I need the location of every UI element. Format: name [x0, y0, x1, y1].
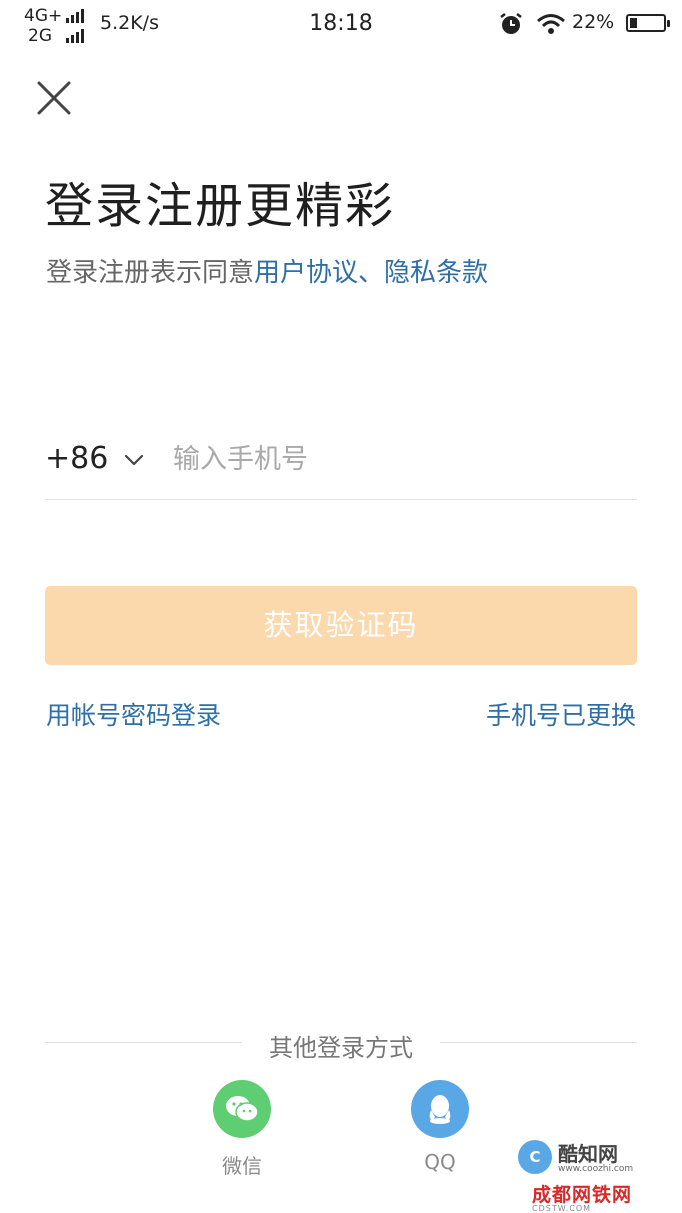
coozhi-logo-icon: C [518, 1140, 552, 1174]
other-login-label: 其他登录方式 [269, 1034, 413, 1062]
watermark-name: 酷知网 [558, 1142, 618, 1166]
country-code-selector[interactable]: +86 [45, 441, 144, 476]
divider [440, 1042, 637, 1043]
qq-login-button[interactable]: QQ [390, 1080, 490, 1174]
wechat-login-button[interactable]: 微信 [192, 1080, 292, 1179]
close-icon[interactable] [34, 78, 74, 118]
phone-input-row: +86 [45, 430, 637, 500]
privacy-terms-link[interactable]: 隐私条款 [384, 258, 488, 288]
get-verification-code-button[interactable]: 获取验证码 [45, 586, 637, 665]
wifi-icon [537, 14, 565, 34]
wechat-icon [213, 1080, 271, 1138]
status-bar: 4G+ 2G 5.2K/s 18:18 22% [0, 0, 682, 48]
qq-label: QQ [424, 1150, 456, 1174]
agreement-text: 登录注册表示同意用户协议、隐私条款 [46, 252, 488, 289]
phone-changed-link[interactable]: 手机号已更换 [486, 696, 636, 732]
battery-icon [626, 14, 670, 32]
page-title: 登录注册更精彩 [45, 178, 396, 234]
phone-number-input[interactable] [173, 436, 623, 482]
chevron-down-icon [125, 454, 144, 465]
password-login-link[interactable]: 用帐号密码登录 [46, 696, 221, 732]
cdtw-watermark: 成都网铁网 CDSTW.COM [532, 1180, 632, 1213]
battery-fill [630, 18, 637, 28]
watermark-name: 成都网铁网 [532, 1184, 633, 1206]
agreement-prefix: 登录注册表示同意 [46, 258, 255, 288]
country-code: +86 [45, 441, 109, 476]
coozhi-watermark: C 酷知网 www.coozhi.com [518, 1138, 648, 1178]
qq-icon [411, 1080, 469, 1138]
alarm-icon [500, 13, 522, 34]
battery-percent: 22% [572, 11, 615, 33]
watermark-url: www.coozhi.com [558, 1164, 634, 1174]
user-agreement-link[interactable]: 用户协议 [254, 258, 358, 288]
agreement-separator: 、 [358, 258, 385, 288]
wechat-label: 微信 [222, 1154, 262, 1178]
